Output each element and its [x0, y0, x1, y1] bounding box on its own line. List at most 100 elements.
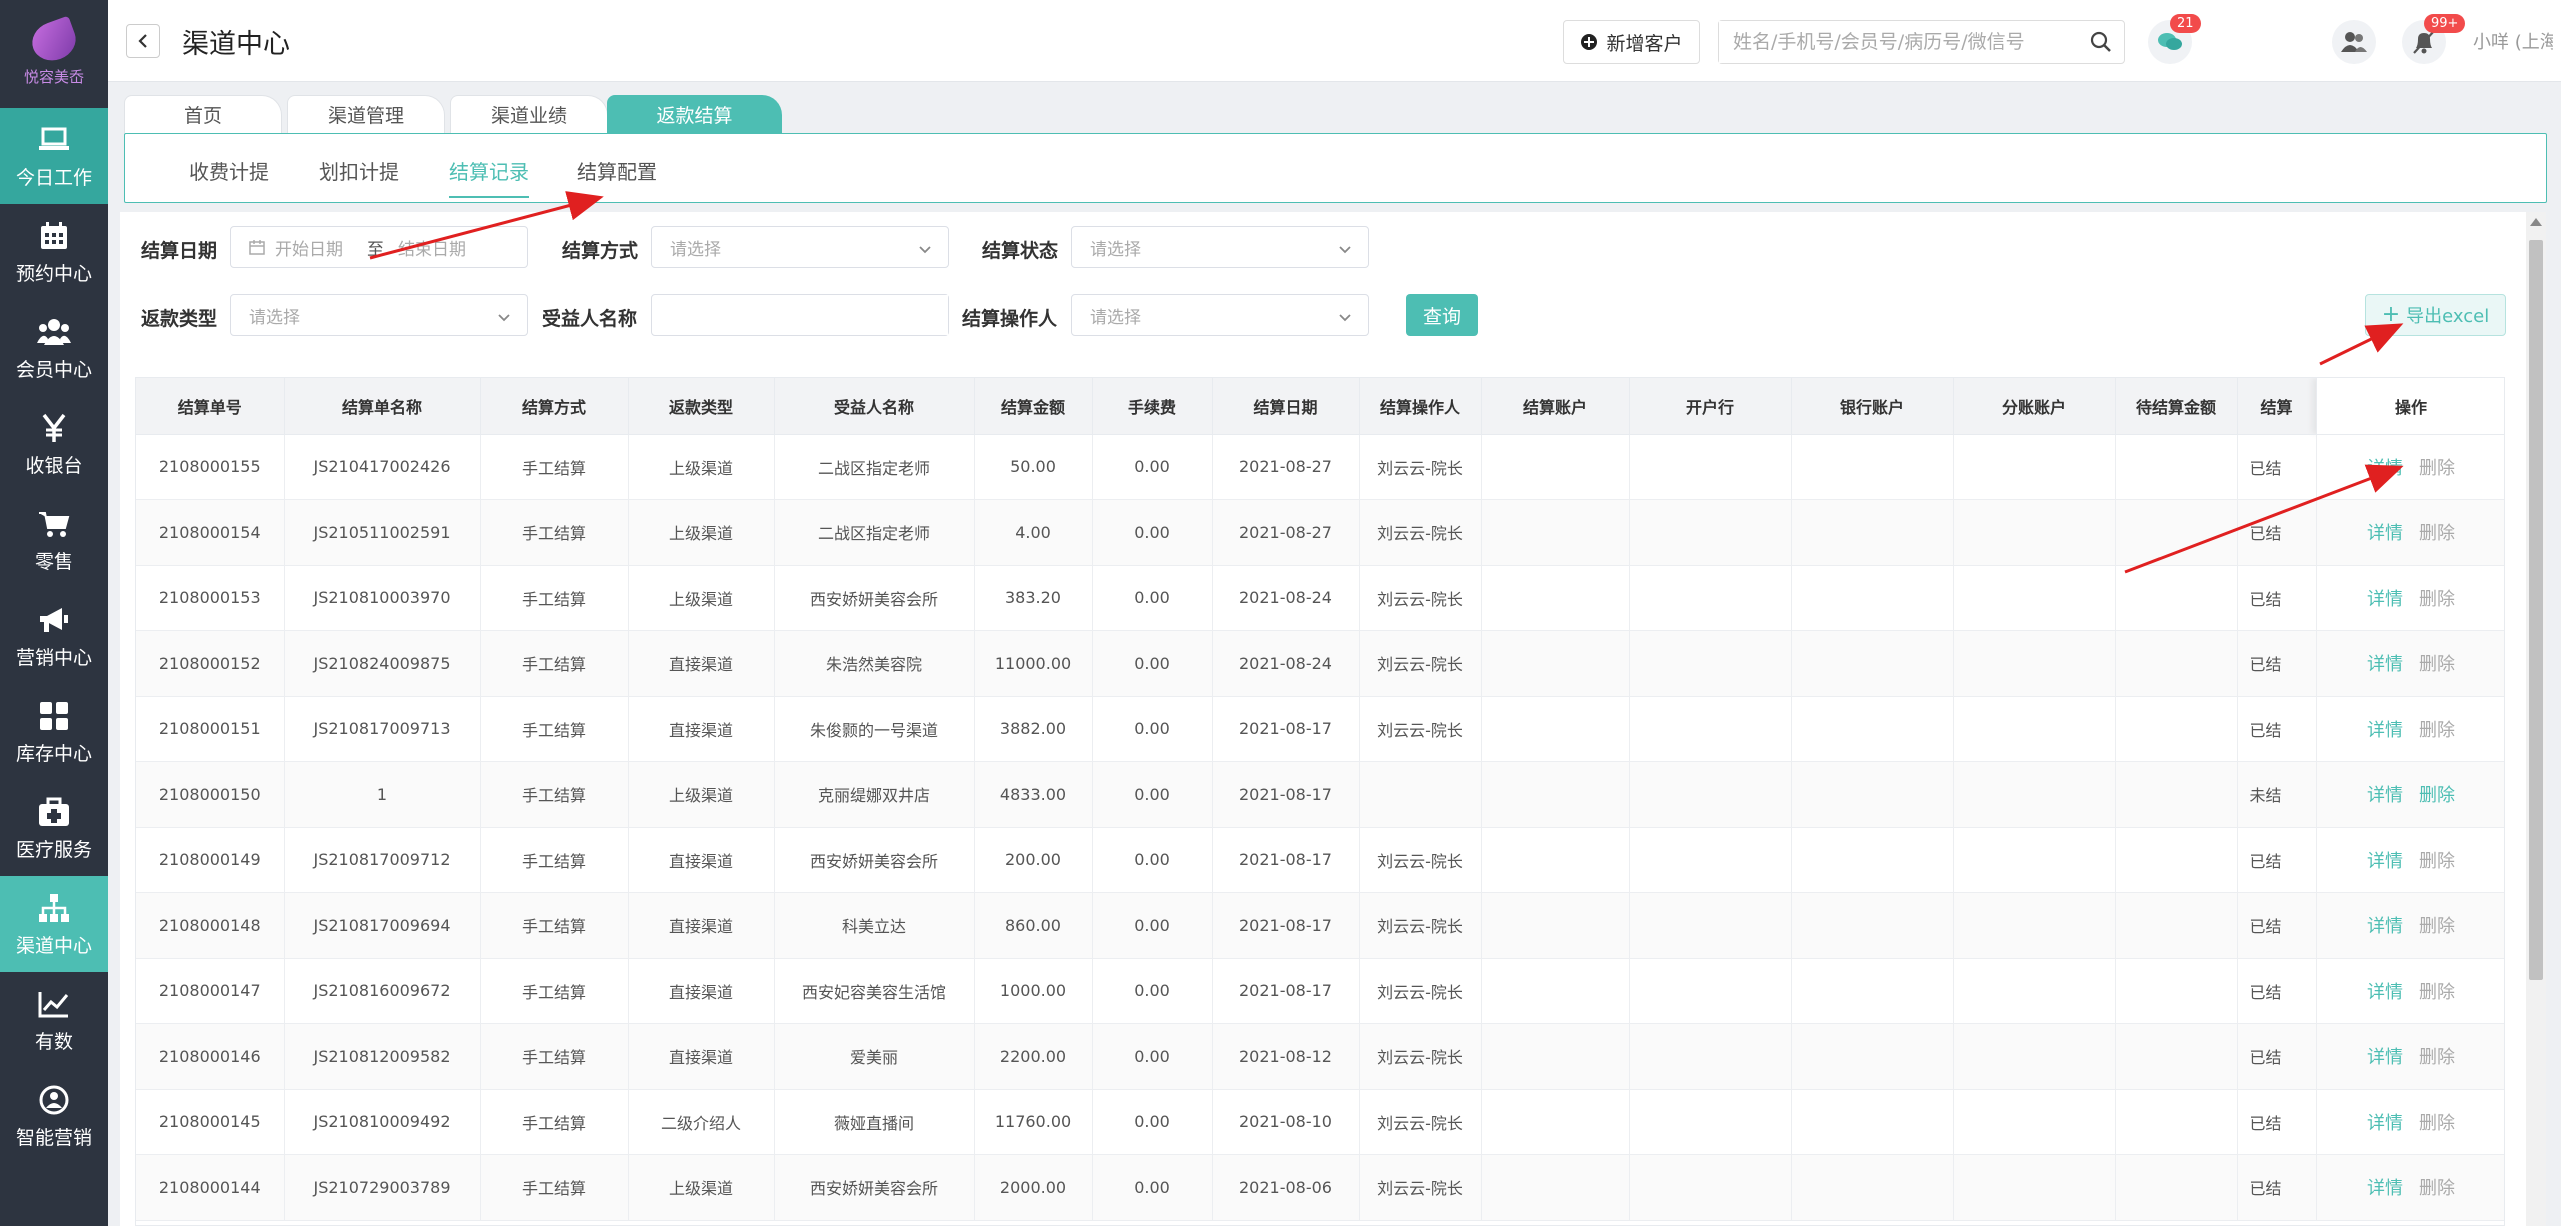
delete-link[interactable]: 删除	[2419, 720, 2455, 741]
detail-link[interactable]: 详情	[2367, 916, 2403, 937]
detail-link[interactable]: 详情	[2367, 785, 2403, 806]
delete-link[interactable]: 删除	[2419, 654, 2455, 675]
sidebar-item-cashier[interactable]: 收银台	[0, 396, 108, 492]
table-cell: JS210817009713	[284, 696, 481, 762]
settle-method-select[interactable]: 请选择	[651, 226, 949, 268]
notification-button[interactable]: 99+	[2402, 14, 2466, 64]
subtab-charge-accrual[interactable]: 收费计提	[189, 156, 269, 185]
column-header: 结算操作人	[1359, 378, 1482, 435]
table-cell: 2021-08-17	[1212, 827, 1360, 893]
scroll-up-icon[interactable]	[2530, 218, 2542, 226]
logo-mark	[26, 15, 82, 66]
detail-link[interactable]: 详情	[2367, 851, 2403, 872]
detail-link[interactable]: 详情	[2367, 1047, 2403, 1068]
chat-button[interactable]: 21	[2148, 14, 2201, 64]
table-cell: 直接渠道	[628, 827, 775, 893]
table-cell: 已结	[2237, 565, 2317, 631]
table-cell: 0.00	[1092, 565, 1213, 631]
beneficiary-input[interactable]	[660, 295, 948, 335]
refund-type-select[interactable]: 请选择	[230, 294, 528, 336]
delete-link[interactable]: 删除	[2419, 1178, 2455, 1199]
date-range-picker[interactable]: 开始日期 至 结束日期	[230, 226, 528, 268]
detail-link[interactable]: 详情	[2367, 589, 2403, 610]
table-cell: 上级渠道	[628, 1154, 775, 1221]
table-cell	[1953, 958, 2116, 1024]
table-cell: JS210511002591	[284, 499, 481, 566]
operator-select[interactable]: 请选择	[1071, 294, 1369, 336]
chat-icon	[2158, 33, 2182, 50]
staff-button[interactable]	[2332, 20, 2376, 64]
table-cell: 手工结算	[480, 1154, 629, 1221]
search-input[interactable]	[1719, 21, 2069, 63]
sidebar-item-medical[interactable]: 医疗服务	[0, 780, 108, 876]
sidebar-item-members[interactable]: 会员中心	[0, 300, 108, 396]
settle-status-select[interactable]: 请选择	[1071, 226, 1369, 268]
delete-link[interactable]: 删除	[2419, 1113, 2455, 1134]
subtab-deduct-accrual[interactable]: 划扣计提	[319, 156, 399, 185]
table-cell	[2115, 434, 2238, 500]
page-title: 渠道中心	[182, 29, 290, 60]
export-excel-button[interactable]: + 导出excel	[2365, 294, 2506, 336]
table-cell: 2108000146	[136, 1023, 285, 1090]
detail-link[interactable]: 详情	[2367, 720, 2403, 741]
column-header: 结算日期	[1212, 378, 1360, 435]
delete-link[interactable]: 删除	[2419, 458, 2455, 479]
tab-refund-settlement[interactable]: 返款结算	[607, 95, 782, 133]
start-date-placeholder[interactable]: 开始日期	[275, 235, 363, 260]
delete-link[interactable]: 删除	[2419, 589, 2455, 610]
back-button[interactable]	[126, 24, 160, 58]
sidebar-item-data[interactable]: 有数	[0, 972, 108, 1068]
table-cell	[2115, 499, 2238, 566]
sidebar-item-smart-marketing[interactable]: 智能营销	[0, 1068, 108, 1164]
sidebar-item-marketing[interactable]: 营销中心	[0, 588, 108, 684]
chevron-down-icon	[1338, 308, 1352, 328]
table-cell	[1953, 1089, 2116, 1155]
detail-link[interactable]: 详情	[2367, 1113, 2403, 1134]
delete-link[interactable]: 删除	[2419, 1047, 2455, 1068]
end-date-placeholder[interactable]: 结束日期	[398, 235, 466, 260]
tab-channel-performance[interactable]: 渠道业绩	[450, 95, 608, 133]
table-cell: 2021-08-27	[1212, 434, 1360, 500]
delete-link[interactable]: 删除	[2419, 851, 2455, 872]
scroll-thumb[interactable]	[2529, 240, 2543, 980]
sidebar-item-inventory[interactable]: 库存中心	[0, 684, 108, 780]
detail-link[interactable]: 详情	[2367, 982, 2403, 1003]
detail-link[interactable]: 详情	[2367, 523, 2403, 544]
delete-link[interactable]: 删除	[2419, 785, 2455, 806]
delete-link[interactable]: 删除	[2419, 982, 2455, 1003]
subtab-settlement-config[interactable]: 结算配置	[577, 156, 657, 185]
tab-home[interactable]: 首页	[124, 95, 282, 133]
table-cell: 上级渠道	[628, 499, 775, 566]
column-header: 结算单名称	[284, 378, 481, 435]
sidebar-item-retail[interactable]: 零售	[0, 492, 108, 588]
table-cell	[1359, 761, 1482, 828]
sidebar-item-channel[interactable]: 渠道中心	[0, 876, 108, 972]
table-cell: 刘云云-院长	[1359, 434, 1482, 500]
query-button[interactable]: 查询	[1406, 294, 1478, 336]
table-cell	[1629, 958, 1792, 1024]
table-cell: 2108000152	[136, 630, 285, 697]
table-cell: 刘云云-院长	[1359, 499, 1482, 566]
tab-channel-manage[interactable]: 渠道管理	[287, 95, 445, 133]
table-row: 2108000146 JS210812009582 手工结算 直接渠道 爱美丽 2200.…	[136, 1023, 2504, 1090]
delete-link[interactable]: 删除	[2419, 523, 2455, 544]
vertical-scrollbar[interactable]	[2526, 212, 2546, 1226]
beneficiary-label: 受益人名称	[542, 308, 638, 330]
medkit-icon	[37, 795, 71, 829]
sidebar-item-appointment[interactable]: 预约中心	[0, 204, 108, 300]
column-header: 手续费	[1092, 378, 1213, 435]
subtab-settlement-records[interactable]: 结算记录	[449, 156, 529, 198]
logo: 悦容美岙	[0, 0, 108, 108]
table-cell: 2108000150	[136, 761, 285, 828]
sidebar-item-today[interactable]: 今日工作	[0, 108, 108, 204]
delete-link[interactable]: 删除	[2419, 916, 2455, 937]
detail-link[interactable]: 详情	[2367, 654, 2403, 675]
detail-link[interactable]: 详情	[2367, 458, 2403, 479]
table-cell	[1481, 434, 1630, 500]
table-cell: 未结	[2237, 761, 2317, 828]
user-name[interactable]: 小咩 (上海张江门诊)	[2473, 28, 2553, 54]
detail-link[interactable]: 详情	[2367, 1178, 2403, 1199]
add-customer-button[interactable]: 新增客户	[1563, 20, 1700, 64]
settlement-table: 结算单号 结算单名称 结算方式 返款类型 受益人名称 结算金额 手续费 结算日期 结算操作人 结算…	[135, 377, 2505, 1226]
search-icon[interactable]	[2090, 31, 2112, 57]
